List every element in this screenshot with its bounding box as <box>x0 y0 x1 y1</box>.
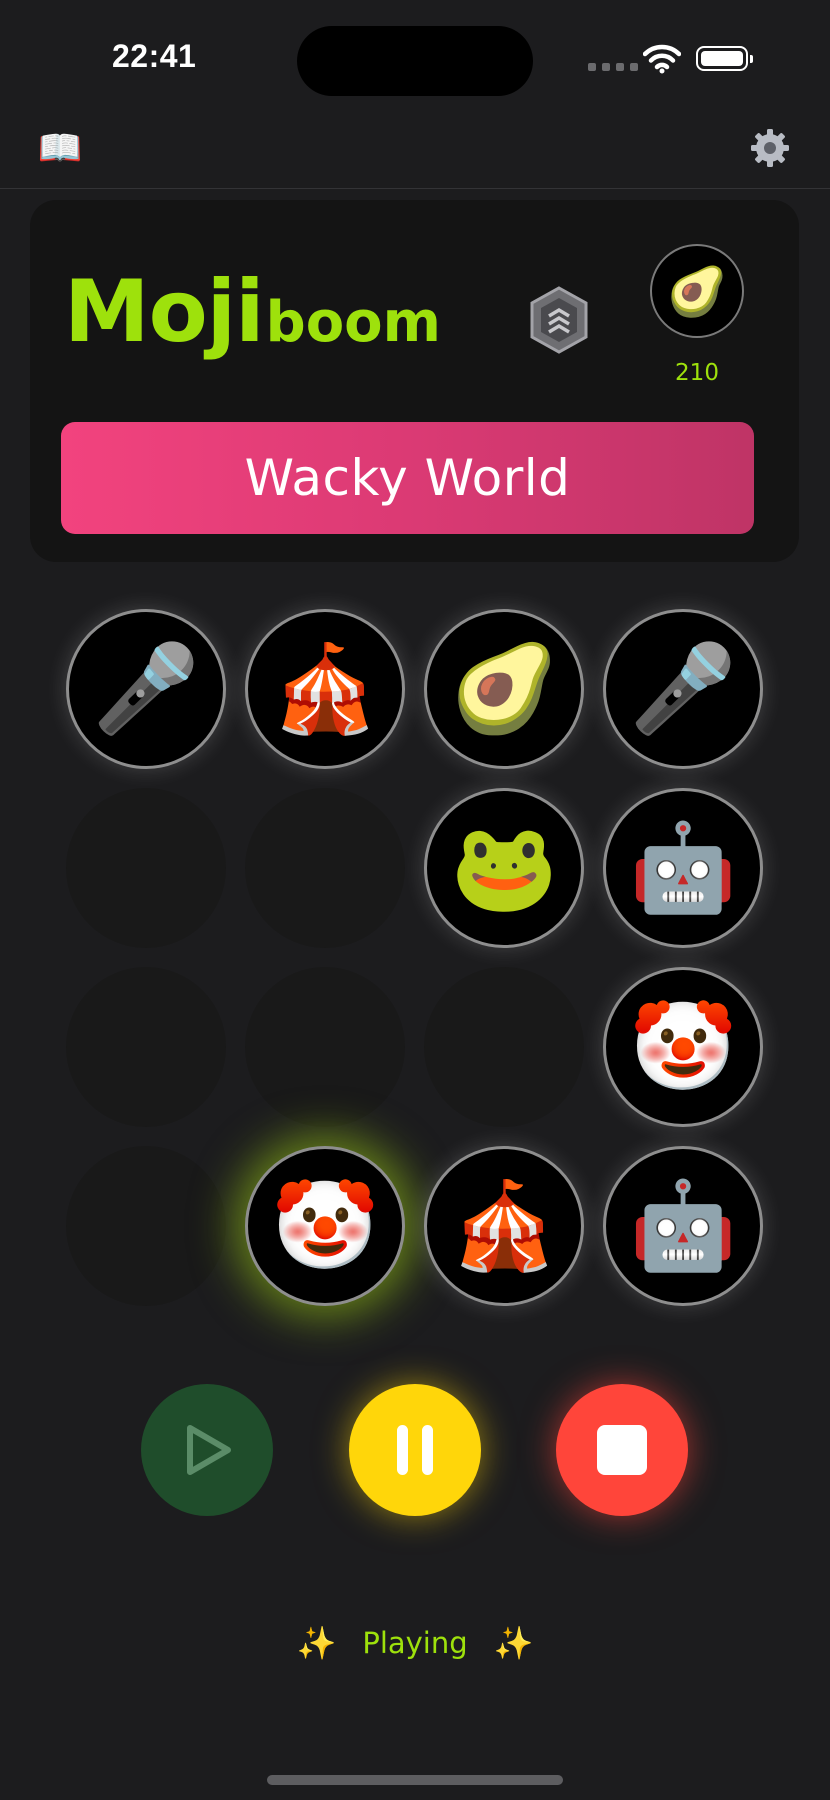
grid-cell-empty[interactable] <box>424 967 584 1127</box>
game-status: ✨ Playing ✨ <box>0 1624 830 1662</box>
grid-cell[interactable]: 🤡 <box>603 967 763 1127</box>
grid-cell[interactable]: 🎪 <box>424 1146 584 1306</box>
rank-badge-icon[interactable] <box>528 286 590 354</box>
play-button[interactable] <box>141 1384 273 1516</box>
grid-cell[interactable]: 🎪 <box>245 609 405 769</box>
status-text: Playing <box>362 1626 468 1660</box>
grid-cell-empty[interactable] <box>66 788 226 948</box>
grid-cell[interactable]: 🐸 <box>424 788 584 948</box>
grid-cell-empty[interactable] <box>66 1146 226 1306</box>
grid-cell-empty[interactable] <box>66 967 226 1127</box>
grid-cell[interactable]: 🤡 <box>245 1146 405 1306</box>
pause-button[interactable] <box>349 1384 481 1516</box>
cellular-signal-icon <box>588 63 638 71</box>
logo-main: Moji <box>64 262 265 362</box>
pause-icon <box>397 1425 433 1475</box>
coin-icon[interactable]: 🥑 <box>650 244 744 338</box>
play-icon <box>187 1425 231 1475</box>
battery-icon <box>696 46 753 71</box>
grid-cell[interactable]: 🎤 <box>603 609 763 769</box>
status-time: 22:41 <box>112 38 197 74</box>
world-banner[interactable]: Wacky World <box>61 422 754 534</box>
wifi-icon <box>642 44 682 78</box>
gear-icon <box>751 129 789 167</box>
grid-cell-empty[interactable] <box>245 967 405 1127</box>
sparkle-icon: ✨ <box>493 1624 534 1662</box>
settings-button[interactable] <box>746 124 794 172</box>
app-logo: Mojiboom <box>64 262 441 362</box>
toolbar-divider <box>0 188 830 189</box>
grid-cell[interactable]: 🤖 <box>603 1146 763 1306</box>
sparkle-icon: ✨ <box>296 1624 337 1662</box>
stop-icon <box>597 1425 647 1475</box>
coin-count: 210 <box>675 360 719 386</box>
grid-cell-empty[interactable] <box>245 788 405 948</box>
stop-button[interactable] <box>556 1384 688 1516</box>
logo-sub: boom <box>265 290 442 355</box>
grid-cell[interactable]: 🎤 <box>66 609 226 769</box>
dynamic-island <box>297 26 533 96</box>
rules-book-button[interactable]: 📖 <box>36 124 84 172</box>
grid-cell[interactable]: 🤖 <box>603 788 763 948</box>
home-indicator <box>267 1775 563 1785</box>
grid-cell[interactable]: 🥑 <box>424 609 584 769</box>
